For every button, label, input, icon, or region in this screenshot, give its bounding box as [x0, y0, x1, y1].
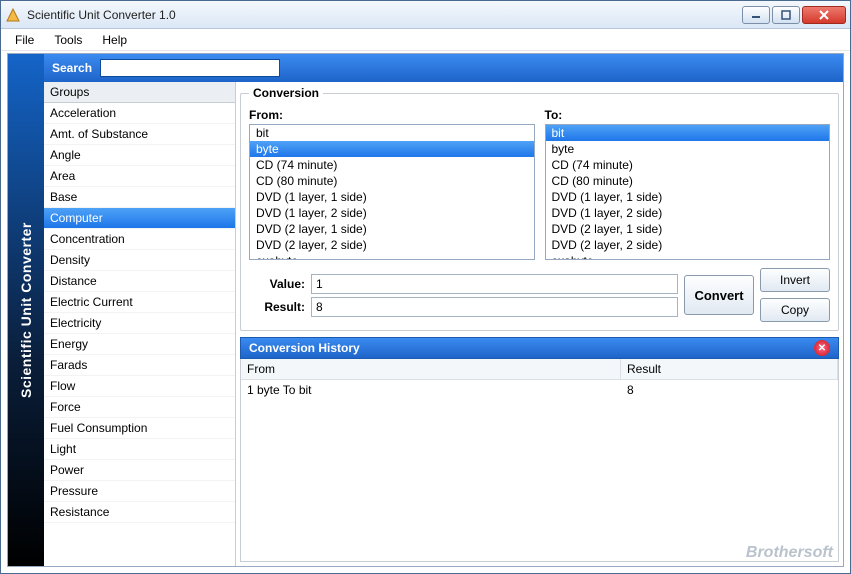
history-table: From Result 1 byte To bit8	[240, 359, 839, 562]
history-title: Conversion History	[249, 341, 360, 355]
unit-item[interactable]: CD (80 minute)	[250, 173, 534, 189]
group-item[interactable]: Resistance	[44, 502, 235, 523]
client-area: Scientific Unit Converter Search Groups …	[7, 53, 844, 567]
titlebar[interactable]: Scientific Unit Converter 1.0	[1, 1, 850, 29]
unit-item[interactable]: CD (74 minute)	[546, 157, 830, 173]
from-unit-list[interactable]: bitbyteCD (74 minute)CD (80 minute)DVD (…	[249, 124, 535, 260]
search-label: Search	[52, 61, 92, 75]
history-cell-result: 8	[621, 380, 838, 400]
window-title: Scientific Unit Converter 1.0	[27, 8, 742, 22]
conversion-fieldset: Conversion From: bitbyteCD (74 minute)CD…	[240, 86, 839, 331]
group-item[interactable]: Power	[44, 460, 235, 481]
group-item[interactable]: Energy	[44, 334, 235, 355]
groups-list[interactable]: AccelerationAmt. of SubstanceAngleAreaBa…	[44, 103, 235, 566]
group-item[interactable]: Pressure	[44, 481, 235, 502]
group-item[interactable]: Concentration	[44, 229, 235, 250]
from-label: From:	[249, 108, 535, 122]
group-item[interactable]: Light	[44, 439, 235, 460]
groups-header: Groups	[44, 82, 235, 103]
unit-item[interactable]: DVD (1 layer, 2 side)	[546, 205, 830, 221]
unit-item[interactable]: DVD (1 layer, 1 side)	[546, 189, 830, 205]
group-item[interactable]: Area	[44, 166, 235, 187]
unit-item[interactable]: bit	[250, 125, 534, 141]
group-item[interactable]: Fuel Consumption	[44, 418, 235, 439]
group-item[interactable]: Angle	[44, 145, 235, 166]
convert-button[interactable]: Convert	[684, 275, 754, 315]
menu-file[interactable]: File	[7, 31, 42, 49]
unit-item[interactable]: DVD (2 layer, 1 side)	[250, 221, 534, 237]
history-header: Conversion History ✕	[240, 337, 839, 359]
value-input[interactable]	[311, 274, 678, 294]
group-item[interactable]: Computer	[44, 208, 235, 229]
history-cell-from: 1 byte To bit	[241, 380, 621, 400]
unit-item[interactable]: bit	[546, 125, 830, 141]
group-item[interactable]: Electric Current	[44, 292, 235, 313]
unit-item[interactable]: CD (80 minute)	[546, 173, 830, 189]
search-input[interactable]	[100, 59, 280, 77]
group-item[interactable]: Farads	[44, 355, 235, 376]
unit-item[interactable]: byte	[250, 141, 534, 157]
menu-tools[interactable]: Tools	[46, 31, 90, 49]
group-item[interactable]: Distance	[44, 271, 235, 292]
copy-button[interactable]: Copy	[760, 298, 830, 322]
group-item[interactable]: Acceleration	[44, 103, 235, 124]
unit-item[interactable]: exabyte	[250, 253, 534, 260]
groups-panel: Groups AccelerationAmt. of SubstanceAngl…	[44, 82, 236, 566]
history-col-result[interactable]: Result	[621, 359, 838, 379]
group-item[interactable]: Flow	[44, 376, 235, 397]
history-col-from[interactable]: From	[241, 359, 621, 379]
group-item[interactable]: Base	[44, 187, 235, 208]
search-bar: Search	[44, 54, 843, 82]
unit-item[interactable]: DVD (2 layer, 1 side)	[546, 221, 830, 237]
unit-item[interactable]: byte	[546, 141, 830, 157]
history-row[interactable]: 1 byte To bit8	[241, 380, 838, 400]
app-window: Scientific Unit Converter 1.0 File Tools…	[0, 0, 851, 574]
result-label: Result:	[249, 300, 305, 314]
unit-item[interactable]: DVD (2 layer, 2 side)	[250, 237, 534, 253]
group-item[interactable]: Amt. of Substance	[44, 124, 235, 145]
unit-item[interactable]: DVD (2 layer, 2 side)	[546, 237, 830, 253]
result-output[interactable]	[311, 297, 678, 317]
menu-help[interactable]: Help	[94, 31, 135, 49]
value-label: Value:	[249, 277, 305, 291]
conversion-legend: Conversion	[249, 86, 323, 100]
group-item[interactable]: Electricity	[44, 313, 235, 334]
to-unit-list[interactable]: bitbyteCD (74 minute)CD (80 minute)DVD (…	[545, 124, 831, 260]
group-item[interactable]: Force	[44, 397, 235, 418]
to-label: To:	[545, 108, 831, 122]
app-icon	[5, 7, 21, 23]
maximize-button[interactable]	[772, 6, 800, 24]
minimize-button[interactable]	[742, 6, 770, 24]
invert-button[interactable]: Invert	[760, 268, 830, 292]
close-button[interactable]	[802, 6, 846, 24]
sidebar-title-strip: Scientific Unit Converter	[8, 54, 44, 566]
unit-item[interactable]: CD (74 minute)	[250, 157, 534, 173]
group-item[interactable]: Density	[44, 250, 235, 271]
unit-item[interactable]: exabyte	[546, 253, 830, 260]
unit-item[interactable]: DVD (1 layer, 1 side)	[250, 189, 534, 205]
menubar: File Tools Help	[1, 29, 850, 51]
unit-item[interactable]: DVD (1 layer, 2 side)	[250, 205, 534, 221]
history-close-icon[interactable]: ✕	[814, 340, 830, 356]
